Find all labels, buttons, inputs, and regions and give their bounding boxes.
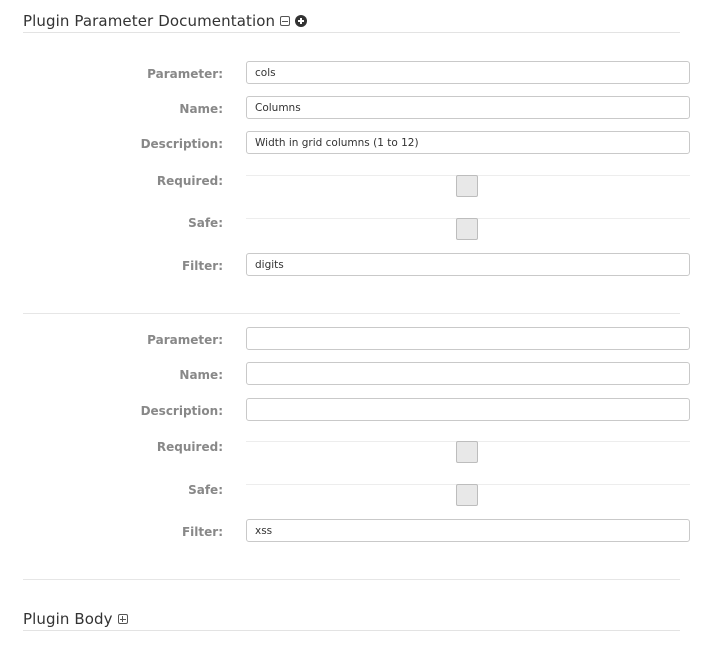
name-label: Name: xyxy=(179,102,223,116)
parameter-field[interactable] xyxy=(246,327,690,350)
filter-label: Filter: xyxy=(181,259,223,273)
minus-box-icon[interactable] xyxy=(280,16,291,26)
plus-box-icon[interactable] xyxy=(117,614,128,624)
safe-label: Safe: xyxy=(188,483,223,497)
required-checkbox[interactable] xyxy=(456,175,478,197)
filter-label: Filter: xyxy=(181,525,223,539)
section-title: Plugin Body xyxy=(23,610,113,628)
description-field[interactable] xyxy=(246,131,690,154)
name-field[interactable] xyxy=(246,362,690,385)
param-separator xyxy=(23,313,680,314)
section-separator xyxy=(23,579,680,580)
parameter-label: Parameter: xyxy=(147,333,223,347)
parameter-label: Parameter: xyxy=(147,67,223,81)
plugin-body-header: Plugin Body xyxy=(23,608,680,631)
name-field[interactable] xyxy=(246,96,690,119)
description-label: Description: xyxy=(140,137,223,151)
section-title: Plugin Parameter Documentation xyxy=(23,12,276,30)
safe-checkbox[interactable] xyxy=(456,218,478,240)
parameter-field[interactable] xyxy=(246,61,690,84)
plugin-parameter-documentation-header: Plugin Parameter Documentation xyxy=(23,10,680,33)
description-label: Description: xyxy=(140,404,223,418)
required-checkbox[interactable] xyxy=(456,441,478,463)
description-field[interactable] xyxy=(246,398,690,421)
safe-label: Safe: xyxy=(188,216,223,230)
name-label: Name: xyxy=(179,368,223,382)
required-label: Required: xyxy=(156,440,223,454)
safe-checkbox[interactable] xyxy=(456,484,478,506)
filter-field[interactable] xyxy=(246,253,690,276)
required-label: Required: xyxy=(156,174,223,188)
filter-field[interactable] xyxy=(246,519,690,542)
plus-circle-icon[interactable] xyxy=(295,15,308,27)
